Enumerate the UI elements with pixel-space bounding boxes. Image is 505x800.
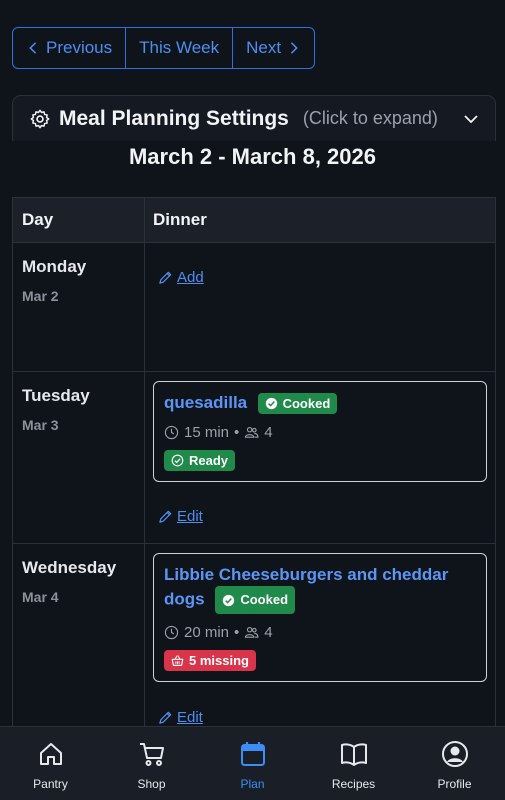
week-navigation: Previous This Week Next [12, 27, 316, 69]
meal-meta: 15 min • 4 [164, 424, 476, 441]
check-circle-icon [171, 454, 184, 467]
nav-label-recipes: Recipes [331, 777, 376, 791]
day-date: Mar 3 [22, 417, 59, 433]
check-circle-icon [265, 398, 277, 410]
settings-expand-hint: (Click to expand) [302, 108, 438, 128]
cooked-badge: Cooked [257, 393, 338, 415]
day-cell: Tuesday Mar 3 [13, 372, 145, 543]
day-name: Tuesday [22, 386, 90, 405]
nav-label-profile: Profile [437, 777, 472, 791]
cart-icon [139, 743, 164, 766]
meal-time: 20 min [184, 624, 230, 641]
check-circle-icon [223, 594, 235, 606]
meal-meta: 20 min • 4 [164, 624, 476, 641]
user-icon [441, 741, 468, 767]
day-date: Mar 2 [22, 288, 59, 304]
this-week-label: This Week [139, 38, 220, 57]
meta-separator: • [234, 624, 240, 641]
cooked-badge-label: Cooked [282, 396, 331, 412]
meal-title-link[interactable]: Libbie Cheeseburgers and cheddar dogs Co… [164, 564, 476, 614]
missing-badge-label: 5 missing [189, 653, 249, 668]
edit-meal-label: Edit [177, 709, 203, 726]
meal-card[interactable]: Libbie Cheeseburgers and cheddar dogs Co… [153, 553, 487, 682]
meal-title-line2: dogs [164, 589, 205, 609]
day-name: Monday [22, 257, 87, 276]
week-date-range: March 2 - March 8, 2026 [128, 144, 376, 169]
day-column-header: Day [13, 198, 145, 242]
nav-item-profile[interactable]: Profile [404, 727, 505, 800]
chevron-left-icon [29, 42, 37, 54]
meal-plan-page: Previous This Week Next Meal Planning Se… [0, 0, 505, 800]
chevron-right-icon [290, 42, 298, 54]
nav-item-recipes[interactable]: Recipes [303, 727, 404, 800]
book-icon [340, 743, 367, 766]
previous-week-button[interactable]: Previous [13, 28, 127, 68]
ready-badge: Ready [164, 450, 236, 472]
calendar-icon [240, 742, 265, 766]
meal-time: 15 min [184, 424, 230, 442]
meal-servings: 4 [264, 624, 273, 641]
people-icon [245, 427, 259, 439]
people-icon [245, 626, 259, 638]
bottom-navigation: Pantry Shop Plan Recipes Profile [0, 726, 505, 800]
table-row: Tuesday Mar 3 quesadilla Cooked 15 min •… [13, 372, 495, 544]
edit-meal-label: Edit [177, 508, 203, 526]
day-name: Wednesday [22, 558, 117, 577]
ready-badge-label: Ready [189, 453, 229, 469]
edit-meal-link[interactable]: Edit [158, 508, 203, 525]
pencil-icon [159, 711, 172, 724]
meta-separator: • [234, 424, 240, 442]
chevron-down-icon [464, 114, 478, 123]
meal-title-line1: Libbie Cheeseburgers and cheddar [164, 565, 449, 584]
meal-servings: 4 [264, 424, 273, 442]
clock-icon [164, 625, 179, 640]
this-week-button[interactable]: This Week [126, 28, 234, 68]
add-meal-link[interactable]: Add [158, 269, 204, 286]
pencil-icon [159, 511, 172, 523]
table-row: Monday Mar 2 Add [13, 243, 495, 372]
nav-item-shop[interactable]: Shop [101, 727, 202, 800]
cooked-badge: Cooked [215, 586, 296, 614]
nav-label-plan: Plan [240, 777, 265, 791]
cooked-badge-label: Cooked [240, 592, 289, 607]
dinner-cell: Add [145, 243, 495, 371]
pencil-icon [159, 271, 172, 284]
nav-label-shop: Shop [137, 777, 166, 791]
meal-card[interactable]: quesadilla Cooked 15 min • 4 Ready [153, 381, 487, 483]
add-meal-label: Add [177, 269, 204, 286]
meal-title-link[interactable]: quesadilla [164, 393, 247, 412]
day-date: Mar 4 [22, 589, 59, 605]
edit-meal-link[interactable]: Edit [158, 709, 203, 726]
home-icon [39, 743, 62, 765]
basket-icon [171, 655, 184, 666]
nav-item-pantry[interactable]: Pantry [0, 727, 101, 800]
next-week-label: Next [246, 38, 282, 57]
table-row: Wednesday Mar 4 Libbie Cheeseburgers and… [13, 544, 495, 744]
gear-icon [30, 109, 50, 128]
meal-planning-settings-toggle[interactable]: Meal Planning Settings (Click to expand) [12, 95, 496, 141]
missing-ingredients-badge: 5 missing [164, 650, 256, 671]
dinner-cell: Libbie Cheeseburgers and cheddar dogs Co… [145, 544, 495, 744]
day-cell: Wednesday Mar 4 [13, 544, 145, 744]
next-week-button[interactable]: Next [233, 28, 314, 68]
clock-icon [164, 426, 179, 440]
settings-title: Meal Planning Settings [59, 106, 289, 130]
dinner-column-header: Dinner [153, 210, 207, 229]
nav-label-pantry: Pantry [33, 777, 68, 791]
day-cell: Monday Mar 2 [13, 243, 145, 371]
table-header-row: Day Dinner [13, 198, 495, 243]
previous-week-label: Previous [46, 38, 113, 57]
nav-item-plan[interactable]: Plan [202, 727, 303, 800]
meal-plan-table: Day Dinner Monday Mar 2 Add Tuesday Mar … [12, 197, 496, 744]
dinner-cell: quesadilla Cooked 15 min • 4 Ready Edit [145, 372, 495, 543]
